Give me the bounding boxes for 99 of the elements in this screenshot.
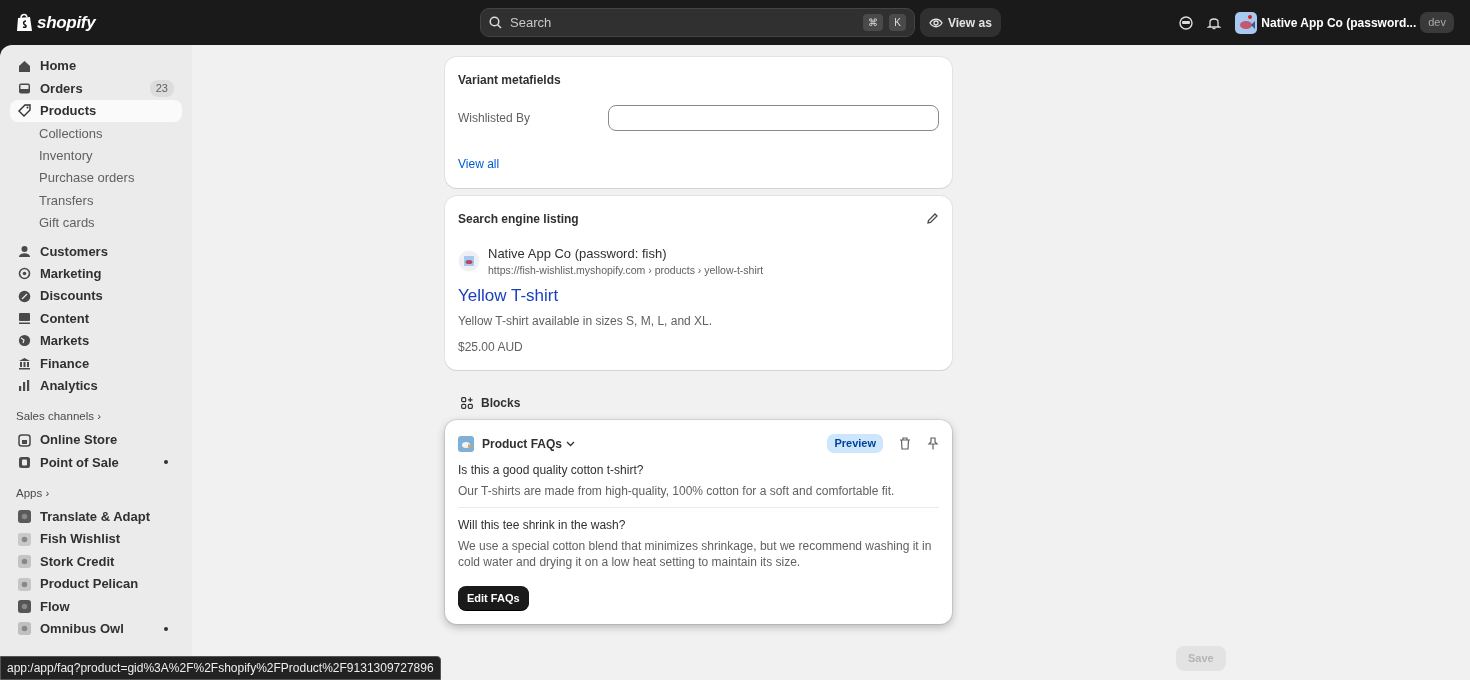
nav-label: Products <box>40 102 97 121</box>
bag-icon <box>16 13 33 32</box>
price-text: $25.00 AUD <box>458 339 524 357</box>
block-title-dropdown[interactable]: Product FAQs <box>482 434 575 453</box>
store-name: Native App Co (password: fish) <box>488 244 668 263</box>
nav-label: Point of Sale <box>40 453 119 472</box>
section-heading[interactable]: Sales channels › <box>10 404 182 429</box>
inbox-icon <box>18 82 31 96</box>
nav-label: Stork Credit <box>40 552 115 571</box>
input-field[interactable] <box>608 105 939 131</box>
favicon-icon <box>458 250 480 273</box>
nav-item[interactable]: Marketing <box>10 262 182 285</box>
blocks-icon <box>461 397 473 410</box>
nav-item[interactable]: Online Store <box>10 428 182 452</box>
bar-chart-icon <box>18 379 31 393</box>
nav-label: Online Store <box>40 431 118 450</box>
nav-subitem[interactable]: Purchase orders <box>10 166 182 190</box>
page-description: Yellow T-shirt available in sizes S, M, L, and XL. <box>458 313 714 331</box>
nav-label: Analytics <box>40 376 98 395</box>
section-heading: Blocks <box>481 395 521 413</box>
target-icon <box>18 267 31 281</box>
nav-subitem[interactable]: Inventory <box>10 144 182 167</box>
app-icon <box>18 555 31 569</box>
faq-question: Is this a good quality cotton t-shirt? <box>458 461 645 479</box>
view-as-button[interactable]: View as <box>920 8 1001 37</box>
nav-item[interactable]: Translate & Adapt <box>10 505 182 529</box>
card-title: Search engine listing <box>458 210 579 228</box>
nav-item[interactable]: Product Pelican <box>10 572 182 596</box>
store-name[interactable]: Native App Co (password... <box>1261 13 1417 32</box>
storefront-icon <box>18 433 31 447</box>
count-badge: 23 <box>149 80 174 97</box>
discount-icon <box>18 289 31 303</box>
nav-label: Home <box>40 57 77 76</box>
nav-item[interactable]: Omnibus Owl <box>10 617 182 640</box>
nav-label: Discounts <box>40 287 103 306</box>
faq-answer: We use a special cotton blend that minimizes shrinkage, but we recommend washing it in cold water and drying it on a low heat setting to maintain its size. <box>458 537 933 570</box>
nav-item[interactable]: Discounts <box>10 284 182 308</box>
nav-subitem[interactable]: Collections <box>10 122 182 145</box>
nav-item[interactable]: Fish Wishlist <box>10 528 182 551</box>
bank-icon <box>18 356 31 370</box>
faq-question: Will this tee shrink in the wash? <box>458 516 627 534</box>
nav-item[interactable]: Markets <box>10 329 182 353</box>
nav-subitem[interactable]: Transfers <box>10 189 182 212</box>
page-title: Yellow T-shirt <box>458 284 560 307</box>
section-heading[interactable]: Apps › <box>10 481 182 506</box>
app-icon <box>18 599 31 613</box>
store-avatar-icon <box>1235 11 1258 34</box>
shortcut-key: ⌘ <box>863 14 884 31</box>
logo-text: shopify <box>37 11 96 34</box>
nav-item[interactable]: Customers <box>10 240 182 263</box>
search-icon <box>489 16 502 29</box>
app-icon <box>18 577 31 591</box>
nav-subitem[interactable]: Gift cards <box>10 211 182 235</box>
eye-icon <box>929 17 943 28</box>
shortcut-key: K <box>889 14 906 31</box>
nav-label: Content <box>40 309 90 328</box>
nav-item[interactable]: Home <box>10 55 182 78</box>
page-url: https://fish-wishlist.myshopify.com › products › yellow-t-shirt <box>488 263 764 278</box>
nav-item[interactable]: Content <box>10 307 182 330</box>
faq-answer: Our T-shirts are made from high-quality, 100% cotton for a soft and comfortable fit. <box>458 482 896 499</box>
nav-label: Customers <box>40 242 108 261</box>
trash-icon[interactable] <box>899 437 911 450</box>
edit-faqs-button[interactable]: Edit FAQs <box>458 585 529 611</box>
nav-label: Orders <box>40 79 83 98</box>
nav-label: Marketing <box>40 264 102 283</box>
nav-item[interactable]: Flow <box>10 595 182 618</box>
search-bar[interactable]: Search ⌘ K <box>480 8 915 37</box>
nav-label: Translate & Adapt <box>40 508 151 527</box>
field-label: Wishlisted By <box>458 110 532 127</box>
nav-item[interactable]: Stork Credit <box>10 550 182 573</box>
nav-item[interactable]: Products <box>10 99 182 123</box>
nav-label: Flow <box>40 597 70 616</box>
nav-item[interactable]: Analytics <box>10 374 182 397</box>
app-icon <box>18 622 31 636</box>
pin-icon[interactable] <box>927 437 939 450</box>
chevron-down-icon <box>566 440 575 447</box>
card-title: Variant metafields <box>458 72 562 89</box>
url-tooltip: app:/app/faq?product=gid%3A%2F%2Fshopify%2FProduct%2F9131309727896 <box>0 656 441 680</box>
view-all-link[interactable]: View all <box>458 155 500 173</box>
home-icon <box>18 59 31 73</box>
nav-item[interactable]: Finance <box>10 352 182 375</box>
search-field[interactable]: Search <box>508 11 858 34</box>
app-icon <box>458 435 474 452</box>
app-icon <box>18 510 31 524</box>
nav-item[interactable]: Orders 23 <box>10 77 182 100</box>
nav-item[interactable]: Point of Sale <box>10 451 182 474</box>
nav-label: Markets <box>40 332 90 351</box>
nav-label: Finance <box>40 354 90 373</box>
nav-label: Product Pelican <box>40 575 139 594</box>
app-icon <box>18 532 31 546</box>
nav-label: Omnibus Owl <box>40 620 124 639</box>
image-icon <box>18 312 31 325</box>
pencil-icon[interactable] <box>926 212 939 225</box>
tag-icon <box>18 104 31 118</box>
person-icon <box>18 244 31 258</box>
bell-icon[interactable] <box>1207 15 1222 30</box>
preview-badge: Preview <box>827 434 883 453</box>
nav-label: Fish Wishlist <box>40 530 121 549</box>
dev-badge: dev <box>1420 12 1454 33</box>
